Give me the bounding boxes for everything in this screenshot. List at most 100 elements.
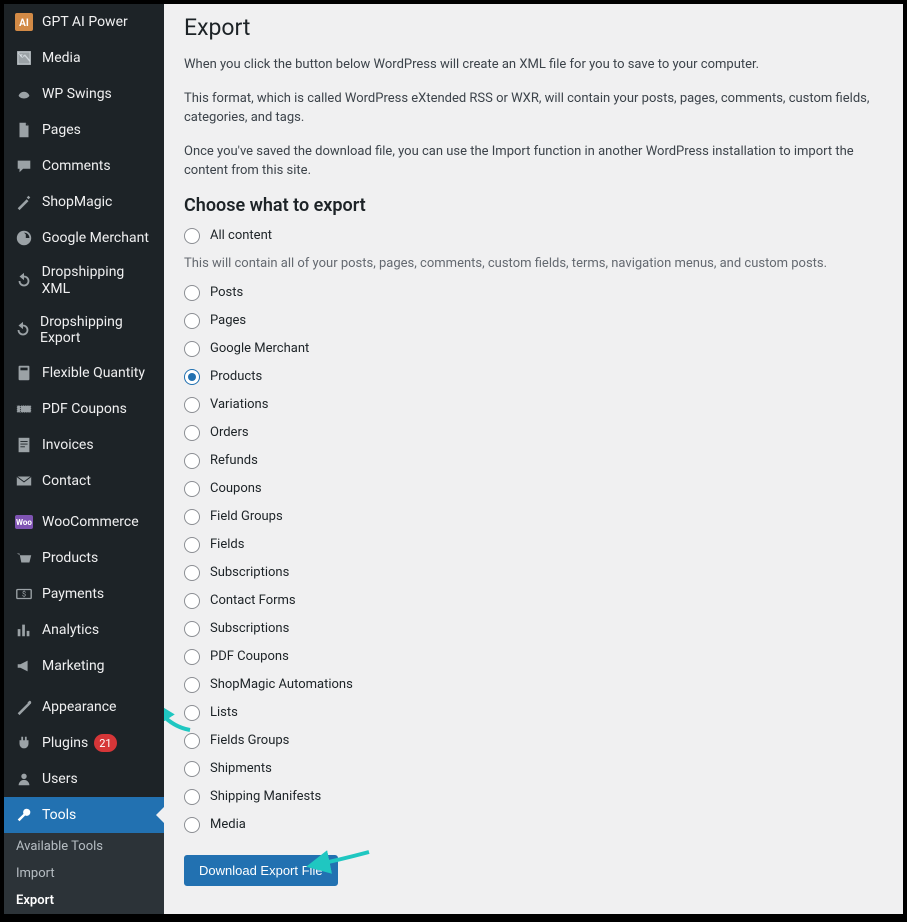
- option-row-10[interactable]: Subscriptions: [184, 565, 883, 581]
- option-row-2[interactable]: Google Merchant: [184, 341, 883, 357]
- sidebar-item-pages[interactable]: Pages: [4, 112, 164, 148]
- submenu-item-available-tools[interactable]: Available Tools: [4, 833, 164, 860]
- option-label[interactable]: Field Groups: [210, 509, 283, 524]
- sidebar-item-label: Plugins: [42, 735, 88, 752]
- option-row-18[interactable]: Shipping Manifests: [184, 789, 883, 805]
- option-row-19[interactable]: Media: [184, 817, 883, 833]
- radio-variations[interactable]: [184, 397, 200, 413]
- submenu-item-import[interactable]: Import: [4, 860, 164, 887]
- radio-products[interactable]: [184, 369, 200, 385]
- radio-shopmagic-automations[interactable]: [184, 677, 200, 693]
- radio-coupons[interactable]: [184, 481, 200, 497]
- option-label[interactable]: Shipments: [210, 761, 272, 776]
- option-label[interactable]: PDF Coupons: [210, 649, 289, 664]
- option-label[interactable]: Orders: [210, 425, 249, 440]
- sidebar-item-pdf-coupons[interactable]: PDF Coupons: [4, 391, 164, 427]
- option-label[interactable]: Posts: [210, 285, 243, 300]
- option-label[interactable]: Media: [210, 817, 246, 832]
- all-content-hint: This will contain all of your posts, pag…: [184, 256, 883, 271]
- radio-refunds[interactable]: [184, 453, 200, 469]
- sidebar-item-wp-swings[interactable]: WP Swings: [4, 76, 164, 112]
- sidebar-item-google-merchant[interactable]: Google Merchant: [4, 220, 164, 256]
- sidebar-item-label: Tools: [42, 807, 76, 824]
- radio-fields[interactable]: [184, 537, 200, 553]
- sidebar-item-analytics[interactable]: Analytics: [4, 612, 164, 648]
- sidebar-item-appearance[interactable]: Appearance: [4, 689, 164, 725]
- option-row-12[interactable]: Subscriptions: [184, 621, 883, 637]
- radio-pdf-coupons[interactable]: [184, 649, 200, 665]
- export-desc-3: Once you've saved the download file, you…: [184, 142, 883, 181]
- sidebar-item-tools[interactable]: Tools: [4, 797, 164, 833]
- update-badge: 21: [94, 734, 116, 752]
- option-row-0[interactable]: Posts: [184, 285, 883, 301]
- sidebar-item-invoices[interactable]: Invoices: [4, 427, 164, 463]
- sidebar-item-plugins[interactable]: Plugins 21: [4, 725, 164, 761]
- option-label-all-content[interactable]: All content: [210, 228, 272, 243]
- option-label[interactable]: Products: [210, 369, 262, 384]
- radio-media[interactable]: [184, 817, 200, 833]
- swings-icon: [14, 84, 34, 104]
- option-label[interactable]: Coupons: [210, 481, 262, 496]
- sidebar-item-shopmagic[interactable]: ShopMagic: [4, 184, 164, 220]
- sidebar-item-products[interactable]: Products: [4, 540, 164, 576]
- option-label[interactable]: Shipping Manifests: [210, 789, 321, 804]
- submenu-item-export[interactable]: Export: [4, 887, 164, 914]
- option-row-15[interactable]: Lists: [184, 705, 883, 721]
- option-all-content[interactable]: All content: [184, 228, 883, 244]
- radio-subscriptions[interactable]: [184, 565, 200, 581]
- option-label[interactable]: Variations: [210, 397, 268, 412]
- refresh-icon: [14, 320, 32, 340]
- option-label[interactable]: Fields Groups: [210, 733, 289, 748]
- option-label[interactable]: Lists: [210, 705, 238, 720]
- option-row-1[interactable]: Pages: [184, 313, 883, 329]
- option-row-8[interactable]: Field Groups: [184, 509, 883, 525]
- radio-posts[interactable]: [184, 285, 200, 301]
- radio-fields-groups[interactable]: [184, 733, 200, 749]
- option-label[interactable]: Subscriptions: [210, 621, 289, 636]
- option-label[interactable]: Pages: [210, 313, 246, 328]
- option-row-9[interactable]: Fields: [184, 537, 883, 553]
- option-row-5[interactable]: Orders: [184, 425, 883, 441]
- choose-heading: Choose what to export: [184, 195, 883, 216]
- radio-google-merchant[interactable]: [184, 341, 200, 357]
- option-row-6[interactable]: Refunds: [184, 453, 883, 469]
- sidebar-item-users[interactable]: Users: [4, 761, 164, 797]
- sidebar-item-payments[interactable]: $Payments: [4, 576, 164, 612]
- calc-icon: [14, 363, 34, 383]
- sidebar-item-gpt-ai-power[interactable]: AIGPT AI Power: [4, 4, 164, 40]
- radio-field-groups[interactable]: [184, 509, 200, 525]
- radio-shipments[interactable]: [184, 761, 200, 777]
- option-row-16[interactable]: Fields Groups: [184, 733, 883, 749]
- option-label[interactable]: Google Merchant: [210, 341, 309, 356]
- radio-orders[interactable]: [184, 425, 200, 441]
- option-label[interactable]: Subscriptions: [210, 565, 289, 580]
- option-row-4[interactable]: Variations: [184, 397, 883, 413]
- radio-subscriptions[interactable]: [184, 621, 200, 637]
- option-label[interactable]: Contact Forms: [210, 593, 296, 608]
- option-row-7[interactable]: Coupons: [184, 481, 883, 497]
- option-label[interactable]: Refunds: [210, 453, 258, 468]
- option-row-3[interactable]: Products: [184, 369, 883, 385]
- media-icon: [14, 48, 34, 68]
- sidebar-item-woocommerce[interactable]: WooWooCommerce: [4, 504, 164, 540]
- download-export-button[interactable]: Download Export File: [184, 855, 338, 886]
- sidebar-item-flexible-quantity[interactable]: Flexible Quantity: [4, 355, 164, 391]
- option-label[interactable]: Fields: [210, 537, 244, 552]
- sidebar-item-dropshipping-export[interactable]: Dropshipping Export: [4, 306, 164, 356]
- sidebar-item-marketing[interactable]: Marketing: [4, 648, 164, 684]
- sidebar-item-media[interactable]: Media: [4, 40, 164, 76]
- option-row-13[interactable]: PDF Coupons: [184, 649, 883, 665]
- option-row-11[interactable]: Contact Forms: [184, 593, 883, 609]
- sidebar-item-label: Invoices: [42, 437, 94, 454]
- option-row-17[interactable]: Shipments: [184, 761, 883, 777]
- option-row-14[interactable]: ShopMagic Automations: [184, 677, 883, 693]
- radio-shipping-manifests[interactable]: [184, 789, 200, 805]
- option-label[interactable]: ShopMagic Automations: [210, 677, 353, 692]
- radio-pages[interactable]: [184, 313, 200, 329]
- sidebar-item-comments[interactable]: Comments: [4, 148, 164, 184]
- sidebar-item-dropshipping-xml[interactable]: Dropshipping XML: [4, 256, 164, 306]
- radio-lists[interactable]: [184, 705, 200, 721]
- radio-all-content[interactable]: [184, 228, 200, 244]
- sidebar-item-contact[interactable]: Contact: [4, 463, 164, 499]
- radio-contact-forms[interactable]: [184, 593, 200, 609]
